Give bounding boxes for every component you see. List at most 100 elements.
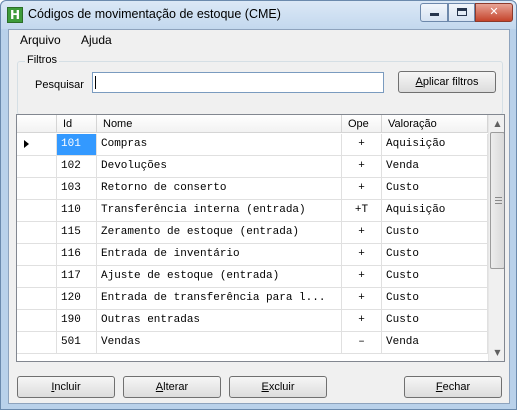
cell-valoracao[interactable]: Custo: [382, 178, 488, 199]
table-row[interactable]: 110 Transferência interna (entrada) +T Aqui…: [17, 200, 488, 222]
row-selector[interactable]: [17, 244, 57, 265]
cell-id[interactable]: 115: [57, 222, 97, 243]
scroll-down-icon[interactable]: ▼: [489, 344, 504, 361]
row-selector[interactable]: [17, 222, 57, 243]
app-window: H Códigos de movimentação de estoque (CM…: [0, 0, 517, 410]
cell-nome[interactable]: Retorno de conserto: [97, 178, 342, 199]
cell-ope[interactable]: +: [342, 310, 382, 331]
cell-valoracao[interactable]: Aquisição: [382, 200, 488, 221]
header-ope[interactable]: Ope: [342, 115, 382, 133]
table-row[interactable]: 101 Compras + Aquisição: [17, 134, 488, 156]
cell-ope[interactable]: +: [342, 266, 382, 287]
cell-ope[interactable]: +: [342, 134, 382, 155]
header-valoracao[interactable]: Valoração: [382, 115, 488, 133]
app-icon: H: [7, 7, 23, 23]
cell-nome[interactable]: Outras entradas: [97, 310, 342, 331]
apply-label: plicar filtros: [422, 76, 479, 88]
cell-nome[interactable]: Entrada de inventário: [97, 244, 342, 265]
menu-ajuda[interactable]: Ajuda: [81, 33, 112, 47]
cell-id[interactable]: 190: [57, 310, 97, 331]
header-id[interactable]: Id: [57, 115, 97, 133]
cell-ope[interactable]: +: [342, 244, 382, 265]
window-title: Códigos de movimentação de estoque (CME): [28, 7, 281, 21]
table-row[interactable]: 103 Retorno de conserto + Custo: [17, 178, 488, 200]
filters-legend: Filtros: [25, 54, 59, 66]
table-row[interactable]: 116 Entrada de inventário + Custo: [17, 244, 488, 266]
cell-nome[interactable]: Ajuste de estoque (entrada): [97, 266, 342, 287]
apply-accel: A: [415, 76, 423, 88]
minimize-icon: [429, 13, 439, 16]
row-selector[interactable]: [17, 178, 57, 199]
fechar-accel: F: [435, 381, 443, 393]
table-row[interactable]: 120 Entrada de transferência para l... + Cu…: [17, 288, 488, 310]
alterar-label: lterar: [163, 381, 189, 393]
alterar-button[interactable]: Alterar: [123, 376, 221, 398]
cell-valoracao[interactable]: Custo: [382, 310, 488, 331]
cell-ope[interactable]: +: [342, 156, 382, 177]
menu-bar: Arquivo Ajuda: [9, 30, 509, 50]
cell-ope[interactable]: –: [342, 332, 382, 353]
maximize-button[interactable]: [448, 3, 475, 22]
cell-nome[interactable]: Devoluções: [97, 156, 342, 177]
cell-nome[interactable]: Compras: [97, 134, 342, 155]
cell-id[interactable]: 110: [57, 200, 97, 221]
row-selector[interactable]: [17, 310, 57, 331]
menu-arquivo[interactable]: Arquivo: [20, 33, 61, 47]
row-selector[interactable]: [17, 332, 57, 353]
cell-ope[interactable]: +T: [342, 200, 382, 221]
cell-valoracao[interactable]: Custo: [382, 266, 488, 287]
apply-filters-button[interactable]: Aplicar filtros: [398, 71, 496, 93]
title-bar[interactable]: H Códigos de movimentação de estoque (CM…: [1, 1, 516, 29]
cell-id[interactable]: 501: [57, 332, 97, 353]
search-input[interactable]: [92, 72, 384, 93]
filters-group: Filtros Pesquisar Aplicar filtros: [17, 54, 503, 115]
table-row[interactable]: 501 Vendas – Venda: [17, 332, 488, 354]
cell-valoracao[interactable]: Venda: [382, 332, 488, 353]
cell-id[interactable]: 116: [57, 244, 97, 265]
excluir-button[interactable]: Excluir: [229, 376, 327, 398]
cell-id[interactable]: 102: [57, 156, 97, 177]
cell-ope[interactable]: +: [342, 222, 382, 243]
search-label: Pesquisar: [35, 79, 84, 91]
fechar-label: echar: [442, 381, 471, 393]
cell-ope[interactable]: +: [342, 178, 382, 199]
maximize-icon: [456, 8, 467, 16]
incluir-button[interactable]: Incluir: [17, 376, 115, 398]
row-selector[interactable]: [17, 156, 57, 177]
cell-valoracao[interactable]: Aquisição: [382, 134, 488, 155]
table-row[interactable]: 190 Outras entradas + Custo: [17, 310, 488, 332]
text-caret: [95, 76, 96, 89]
scroll-thumb[interactable]: [490, 132, 504, 269]
scroll-up-icon[interactable]: ▲: [489, 115, 504, 132]
cell-nome[interactable]: Zeramento de estoque (entrada): [97, 222, 342, 243]
grip-icon: [495, 197, 502, 204]
row-selector[interactable]: [17, 266, 57, 287]
cell-id[interactable]: 101: [57, 134, 97, 155]
header-selector: [17, 115, 57, 133]
table-row[interactable]: 115 Zeramento de estoque (entrada) + Custo: [17, 222, 488, 244]
cell-nome[interactable]: Transferência interna (entrada): [97, 200, 342, 221]
cell-nome[interactable]: Vendas: [97, 332, 342, 353]
minimize-button[interactable]: [420, 3, 448, 22]
cme-grid[interactable]: Id Nome Ope Valoração 101 Compras + Aquisiç…: [16, 114, 505, 362]
cell-id[interactable]: 117: [57, 266, 97, 287]
cell-ope[interactable]: +: [342, 288, 382, 309]
cell-valoracao[interactable]: Custo: [382, 222, 488, 243]
row-selector[interactable]: [17, 200, 57, 221]
vertical-scrollbar[interactable]: ▲ ▼: [488, 115, 504, 361]
cell-valoracao[interactable]: Venda: [382, 156, 488, 177]
row-selector[interactable]: [17, 288, 57, 309]
cell-id[interactable]: 120: [57, 288, 97, 309]
table-row[interactable]: 117 Ajuste de estoque (entrada) + Custo: [17, 266, 488, 288]
fechar-button[interactable]: Fechar: [404, 376, 502, 398]
cell-id[interactable]: 103: [57, 178, 97, 199]
header-nome[interactable]: Nome: [97, 115, 342, 133]
close-button[interactable]: ✕: [475, 3, 513, 22]
grid-header: Id Nome Ope Valoração: [17, 115, 488, 133]
cell-valoracao[interactable]: Custo: [382, 244, 488, 265]
cell-valoracao[interactable]: Custo: [382, 288, 488, 309]
table-row[interactable]: 102 Devoluções + Venda: [17, 156, 488, 178]
grid-rows: 101 Compras + Aquisição 102 Devoluções + Venda 1…: [17, 134, 488, 354]
row-selector[interactable]: [17, 134, 57, 155]
cell-nome[interactable]: Entrada de transferência para l...: [97, 288, 342, 309]
